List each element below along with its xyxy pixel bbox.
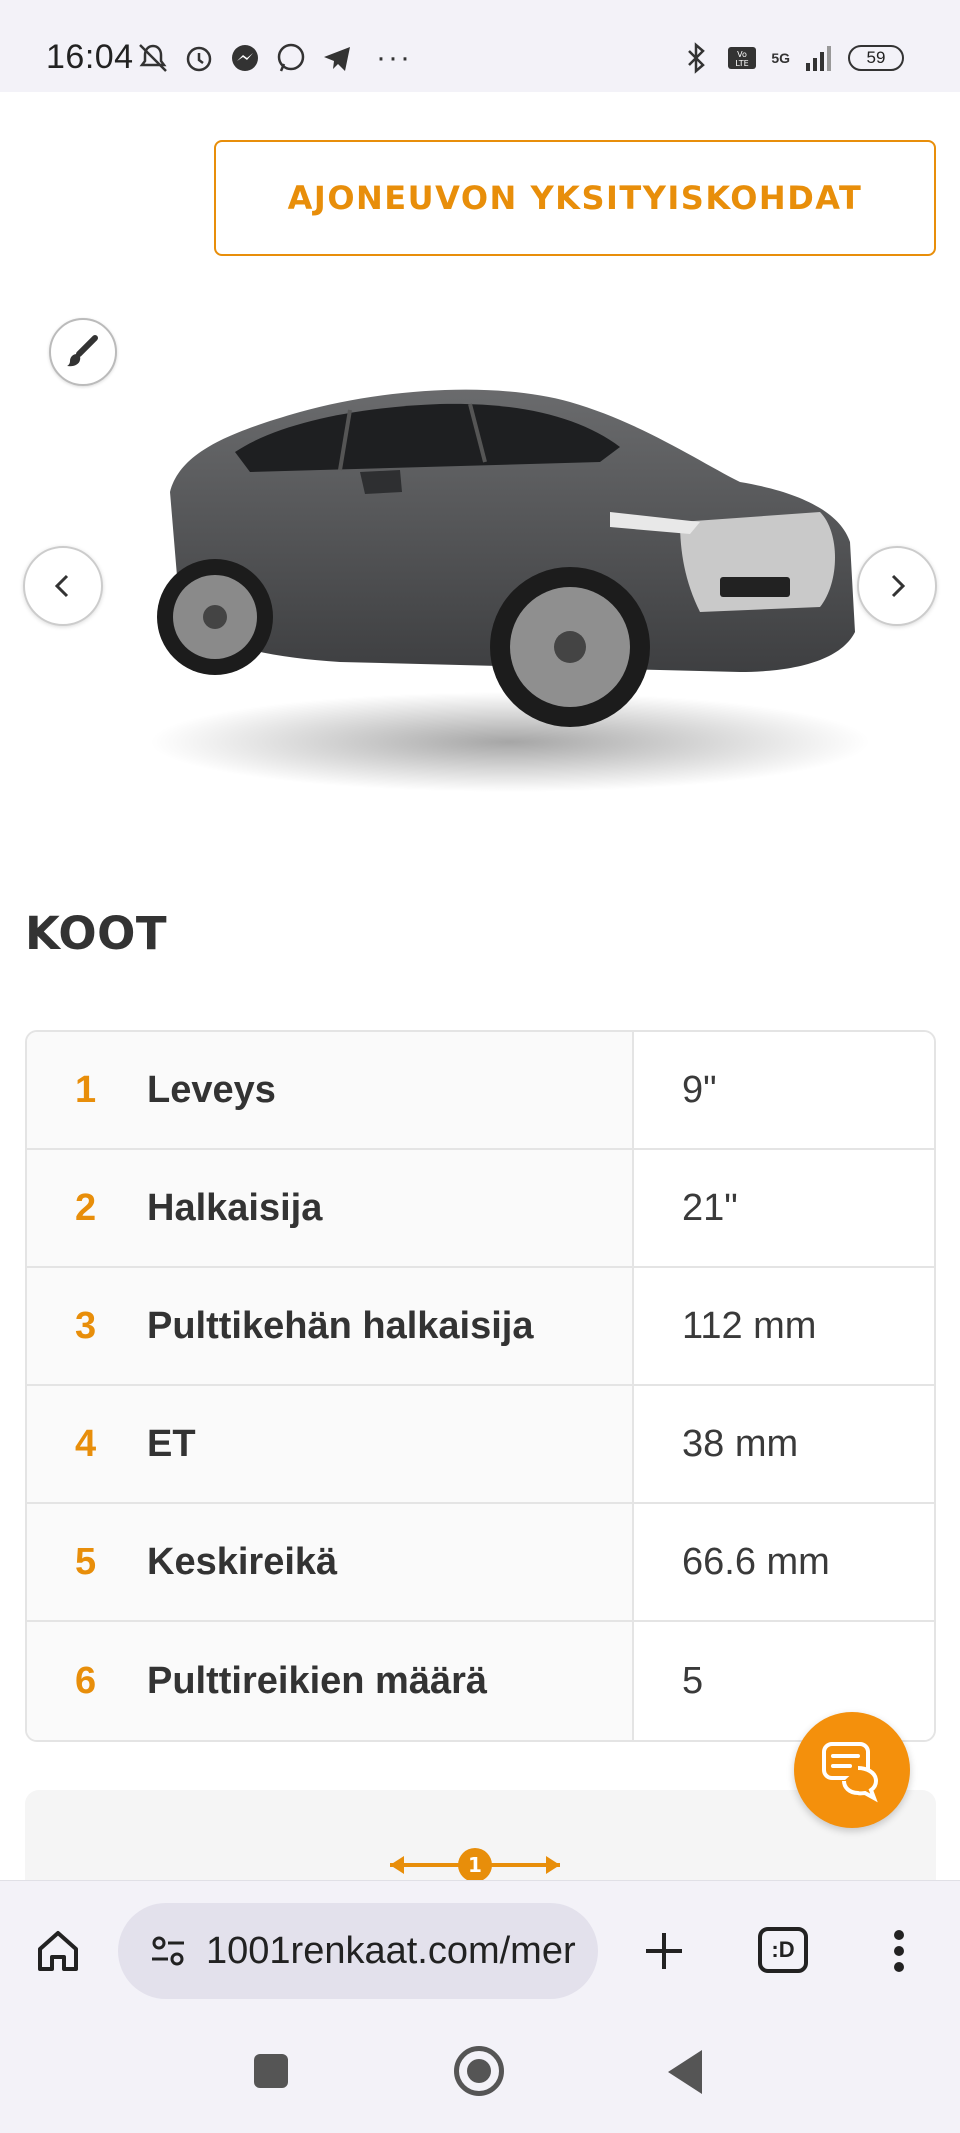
table-row: 1 Leveys 9" [27,1032,934,1150]
row-label: Pulttireikien määrä [147,1659,488,1702]
page-content: AJONEUVON YKSITYISKOHDAT KOOT 1 Leveys 9… [0,92,960,1880]
mute-alarm-icon [139,44,167,72]
svg-text:1: 1 [468,1853,482,1877]
signal-icon [806,46,831,71]
row-number: 4 [75,1422,97,1465]
new-tab-button[interactable] [634,1921,694,1981]
row-value: 38 mm [634,1386,934,1502]
next-image-button[interactable] [857,546,937,626]
system-navigation-bar [0,2020,960,2133]
url-text: 1001renkaat.com/mer [206,1929,576,1972]
site-settings-icon[interactable] [138,1931,198,1971]
chat-icon [822,1742,879,1803]
row-number: 6 [75,1659,97,1702]
row-value: 66.6 mm [634,1504,934,1620]
notification-icons: ··· [136,38,412,78]
chevron-right-icon [891,574,906,598]
chevron-left-icon [54,574,69,598]
svg-text:Vo: Vo [737,50,747,59]
bluetooth-icon [688,42,706,74]
recents-button[interactable] [254,2054,288,2088]
row-value: 5 [634,1622,934,1740]
row-number: 5 [75,1540,97,1583]
home-icon [38,1931,78,1971]
messenger-icon [232,45,258,71]
vehicle-image [150,389,870,792]
telegram-icon [324,47,350,71]
status-time: 16:04 [46,38,134,76]
battery-indicator: 59 [848,45,904,71]
table-row: 5 Keskireikä 66.6 mm [27,1504,934,1622]
row-value: 112 mm [634,1268,934,1384]
row-number: 2 [75,1186,97,1229]
paint-color-button[interactable] [49,318,117,386]
network-type: 5G [771,50,790,66]
width-arrow-icon: 1 [390,1848,560,1880]
table-row: 3 Pulttikehän halkaisija 112 mm [27,1268,934,1386]
table-row: 6 Pulttireikien määrä 5 [27,1622,934,1740]
more-notifications-icon: ··· [376,41,412,74]
home-button[interactable] [30,1923,86,1979]
status-bar: 16:04 ··· Vo LTE 5G 59 [0,0,960,92]
volte-icon: VoLTE [728,47,757,69]
measurement-diagram-panel: 1 [25,1790,936,1880]
row-number: 1 [75,1068,97,1111]
previous-image-button[interactable] [23,546,103,626]
row-number: 3 [75,1304,97,1347]
more-options-button[interactable] [874,1921,924,1981]
tab-switcher-button[interactable]: :D [758,1927,808,1973]
svg-text:LTE: LTE [736,59,749,68]
paintbrush-icon [67,335,98,367]
sizes-table: 1 Leveys 9" 2 Halkaisija 21" 3 Pulttikeh… [25,1030,936,1742]
row-value: 9" [634,1032,934,1148]
row-label: ET [147,1422,196,1465]
back-button[interactable] [668,2050,702,2094]
alarm-icon [186,46,212,72]
home-nav-button[interactable] [454,2046,504,2096]
row-value: 21" [634,1150,934,1266]
more-vert-icon [894,1930,904,1972]
sizes-title: KOOT [25,907,168,960]
chat-button[interactable] [794,1712,910,1828]
browser-toolbar: 1001renkaat.com/mer :D [0,1880,960,2020]
address-bar[interactable]: 1001renkaat.com/mer [118,1903,598,1999]
system-icons: Vo LTE 5G 59 [679,38,904,78]
vehicle-details-button[interactable]: AJONEUVON YKSITYISKOHDAT [214,140,936,256]
table-row: 4 ET 38 mm [27,1386,934,1504]
row-label: Leveys [147,1068,276,1111]
row-label: Keskireikä [147,1540,338,1583]
row-label: Pulttikehän halkaisija [147,1304,534,1347]
whatsapp-icon [277,43,305,72]
plus-icon [646,1933,682,1969]
table-row: 2 Halkaisija 21" [27,1150,934,1268]
row-label: Halkaisija [147,1186,323,1229]
